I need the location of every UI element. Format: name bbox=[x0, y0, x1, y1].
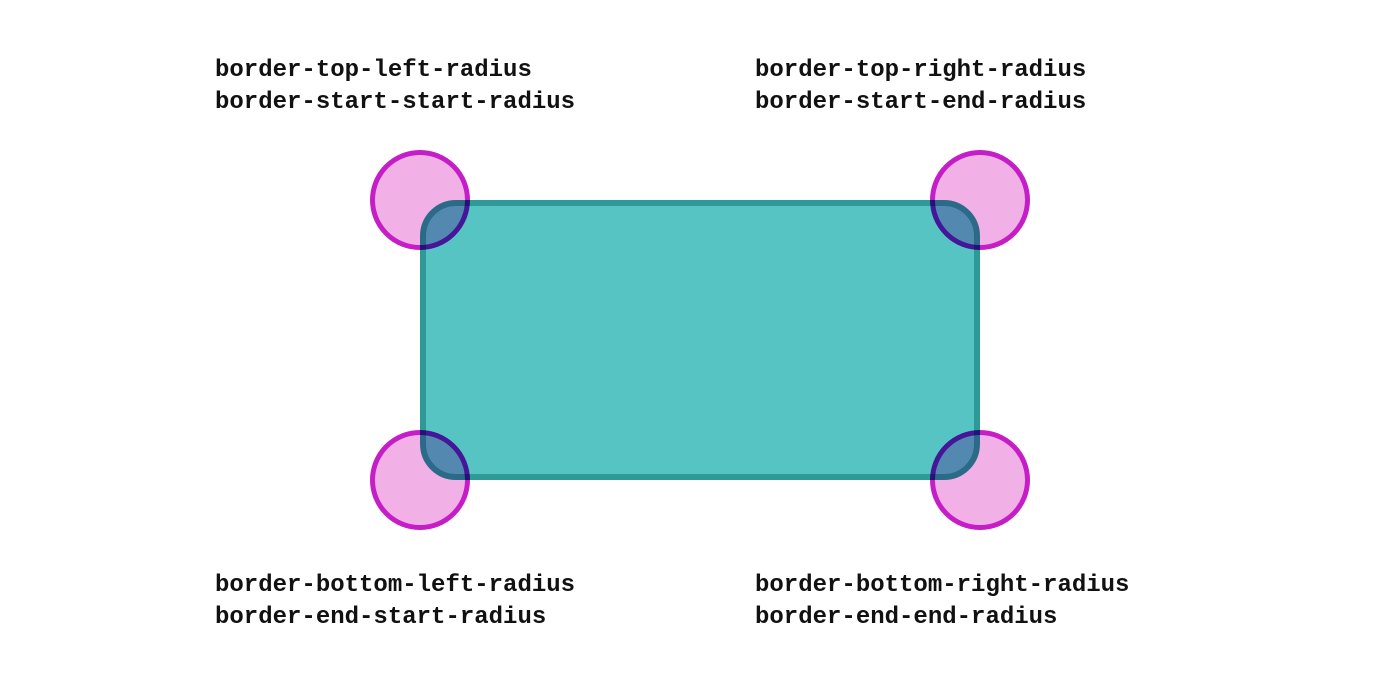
label-bottom-right: border-bottom-right-radius border-end-en… bbox=[755, 570, 1129, 635]
label-top-right: border-top-right-radius border-start-end… bbox=[755, 55, 1086, 120]
corner-marker-bottom-left bbox=[370, 430, 470, 530]
corner-marker-top-left bbox=[370, 150, 470, 250]
corner-marker-top-right bbox=[930, 150, 1030, 250]
diagram-stage: border-top-left-radius border-start-star… bbox=[0, 0, 1400, 700]
label-bottom-left: border-bottom-left-radius border-end-sta… bbox=[215, 570, 575, 635]
label-top-left: border-top-left-radius border-start-star… bbox=[215, 55, 575, 120]
rounded-rectangle bbox=[420, 200, 980, 480]
corner-marker-bottom-right bbox=[930, 430, 1030, 530]
